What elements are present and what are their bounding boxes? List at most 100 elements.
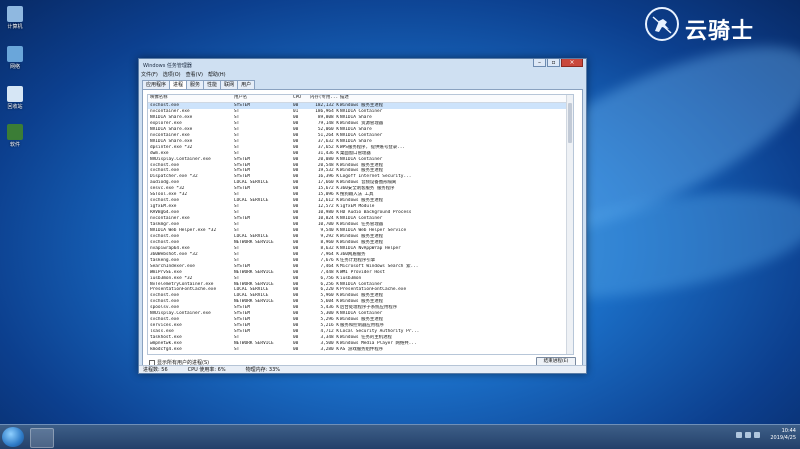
table-cell: SYSTEM [234, 329, 250, 335]
table-row[interactable]: dpsinter.exe *32 ST 00 37,652 K WPS服务程序, 提供账… [148, 145, 573, 151]
column-header[interactable]: 用户名 [234, 95, 292, 101]
table-row[interactable]: nvcontainer.exe ST 00 51,264 K NVIDIA Contai… [148, 133, 573, 139]
desktop-icon[interactable]: 网络 [2, 46, 28, 70]
tab[interactable]: 联网 [220, 80, 239, 89]
table-cell: 3,348 K [320, 335, 339, 341]
table-row[interactable]: NvTelemetryContainer.exe NETWORK SERVICE 0… [148, 282, 573, 288]
table-row[interactable]: WmiPrvSE.exe NETWORK SERVICE 00 7,448 K WMI … [148, 270, 573, 276]
table-cell: 37,652 K [317, 144, 339, 150]
table-cell: NVIDIA Container [340, 311, 383, 317]
taskbar-task-manager[interactable] [30, 428, 54, 448]
table-row[interactable]: taskhost.exe ST 00 3,348 K Windows 任务的主机进程 [148, 335, 573, 341]
menu-item[interactable]: 选项(O) [163, 71, 181, 79]
table-cell: LOCAL SERVICE [234, 180, 269, 186]
table-row[interactable]: spoolsv.exe SYSTEM 00 5,436 K 后台处理程序子系统应用程序 [148, 305, 573, 311]
table-row[interactable]: taskeng.exe ST 00 7,676 K 任务计划程序引擎 [148, 258, 573, 264]
table-row[interactable]: NVIDIA Share.exe ST 00 37,632 K NVIDIA Share [148, 139, 573, 145]
table-cell: 00 [293, 162, 299, 168]
table-row[interactable]: explorer.exe ST 00 79,148 K Windows 资源管理器 [148, 121, 573, 127]
table-row[interactable]: svchost.exe SYSTEM 00 19,532 K Windows 服务主进程 [148, 168, 573, 174]
tab[interactable]: 性能 [203, 80, 222, 89]
table-cell: PresentationFontCache.exe [150, 287, 217, 293]
table-row[interactable]: lsass.exe SYSTEM 00 4,712 K Local Security A… [148, 329, 573, 335]
table-cell: 00 [293, 269, 299, 275]
start-button[interactable] [2, 427, 24, 447]
column-header[interactable]: 描述 [340, 95, 570, 101]
table-row[interactable]: svchost.exe NETWORK SERVICE 00 8,960 K Windo… [148, 240, 573, 246]
title-bar[interactable]: Windows 任务管理器 – ▫ × [139, 59, 586, 71]
table-row[interactable]: nvapiwrap64.exe ST 00 8,632 K NVIDIA NvAppWr… [148, 246, 573, 252]
table-row[interactable]: iusb3mon.exe *32 ST 00 6,756 Kiusb3mon [148, 276, 573, 282]
column-header[interactable]: 映像名称 [150, 95, 232, 101]
table-row[interactable]: svchost.exe SYSTEM 00 5,296 K Windows 服务主进程 [148, 317, 573, 323]
tray-network-icon[interactable] [745, 432, 751, 438]
table-cell: ST [234, 251, 240, 257]
table-row[interactable]: services.exe SYSTEM 00 5,216 K 服务和控制器应用程序 [148, 323, 573, 329]
table-cell: 00 [293, 138, 299, 144]
table-row[interactable]: audiodg.exe LOCAL SERVICE 00 17,660 K Window… [148, 180, 573, 186]
table-cell: 5,604 K [320, 299, 339, 305]
table-cell: svchost.exe [150, 293, 180, 299]
table-cell: 360网盾服务 [340, 251, 366, 257]
menu-item[interactable]: 文件(F) [141, 71, 158, 79]
column-header[interactable]: CPU [293, 95, 309, 101]
taskbar: 10:44 2019/4/25 [0, 424, 800, 449]
table-row[interactable]: NVIDIA Web Helper.exe *32 ST 00 9,540 K NVID… [148, 228, 573, 234]
close-button[interactable]: × [561, 59, 583, 67]
table-row[interactable]: sesvc.exe *32 SYSTEM 00 15,672 K 360安全刺客服务 服… [148, 186, 573, 192]
desktop-icon[interactable]: 回收站 [2, 86, 28, 110]
table-row[interactable]: SearchIndexer.exe SYSTEM 00 7,464 K Microsof… [148, 264, 573, 270]
column-header[interactable]: 内存(专用... [310, 95, 339, 101]
table-row[interactable]: NVDisplay.Container.exe SYSTEM 00 5,300 K NV… [148, 311, 573, 317]
table-row[interactable]: svchost.exe LOCAL SERVICE 00 5,960 K Windows… [148, 293, 573, 299]
table-row[interactable]: PresentationFontCache.exe LOCAL SERVICE 00… [148, 287, 573, 293]
table-cell: 00 [293, 239, 299, 245]
table-cell: 00 [293, 263, 299, 269]
table-row[interactable]: SGTool.exe *32 ST 00 15,096 K 搜狗输入法 工具 [148, 192, 573, 198]
table-row[interactable]: Dispatcher.exe *32 SYSTEM 00 16,396 K Logoff… [148, 174, 573, 180]
table-row[interactable]: svchost.exe LOCAL SERVICE 00 9,292 K Windows… [148, 234, 573, 240]
table-cell: 00 [293, 216, 299, 222]
table-row[interactable]: NVIDIA Share.exe ST 00 89,808 K NVIDIA Share [148, 115, 573, 121]
tab[interactable]: 用户 [237, 80, 256, 89]
table-row[interactable]: taskmgr.exe ST 00 10,700 K Windows 任务管理器 [148, 222, 573, 228]
desktop-icon[interactable]: 软件 [2, 124, 28, 148]
table-row[interactable]: NVIDIA Share.exe ST 00 52,060 K NVIDIA Share [148, 127, 573, 133]
table-cell: SYSTEM [234, 311, 250, 317]
tray-input-icon[interactable] [736, 432, 742, 438]
table-row[interactable]: svchost.exe LOCAL SERVICE 00 12,612 K Window… [148, 198, 573, 204]
tab[interactable]: 应用程序 [142, 80, 171, 89]
table-row[interactable]: svchost.exe NETWORK SERVICE 00 5,604 K Windo… [148, 299, 573, 305]
table-row[interactable]: wmpnetwk.exe NETWORK SERVICE 00 3,500 K Wind… [148, 341, 573, 347]
column-headers: 映像名称 用户名 CPU 内存(专用... 描述 [148, 95, 573, 103]
table-cell: RAVBg64.exe [150, 210, 180, 216]
table-row[interactable]: kmodcfg4.exe ST 00 3,280 K AS 游戏服务组件程序 [148, 347, 573, 353]
table-row[interactable]: nvcontainer.exe ST 01 186,964 K NVIDIA Conta… [148, 109, 573, 115]
tab-strip: 应用程序 进程 服务 性能 联网 用户 [142, 80, 256, 90]
table-cell: NVIDIA Share.exe [150, 138, 193, 144]
table-row[interactable]: nvcontainer.exe SYSTEM 00 10,824 K NVIDIA Co… [148, 216, 573, 222]
table-cell: 00 [293, 227, 299, 233]
process-list[interactable]: 映像名称 用户名 CPU 内存(专用... 描述 svchost.exe SYSTEM 00… [147, 94, 574, 355]
tray-volume-icon[interactable] [754, 432, 760, 438]
table-cell: 6,256 K [320, 281, 339, 287]
desktop-icon[interactable]: 计算机 [2, 6, 28, 30]
table-row[interactable]: 360Webshot.exe *32 ST 00 7,964 K 360网盾服务 [148, 252, 573, 258]
menu-item[interactable]: 查看(V) [186, 71, 203, 79]
table-row[interactable]: RAVBg64.exe ST 00 10,980 K HD Audio Backgrou… [148, 210, 573, 216]
table-row[interactable]: svchost.exe SYSTEM 00 182,132 K Windows 服务主进… [148, 103, 573, 109]
table-row[interactable]: igfxEM.exe ST 00 12,572 KigfxEM Module [148, 204, 573, 210]
table-cell: wmpnetwk.exe [150, 341, 182, 346]
minimize-button[interactable]: – [533, 59, 546, 67]
table-cell: 00 [293, 204, 299, 210]
table-row[interactable]: NVDisplay.Container.exe SYSTEM 00 20,080 KN… [148, 157, 573, 163]
table-row[interactable]: svchost.exe SYSTEM 00 20,548 K Windows 服务主进程 [148, 163, 573, 169]
tab[interactable]: 服务 [186, 80, 205, 89]
clock[interactable]: 10:44 2019/4/25 [770, 428, 796, 442]
vertical-scrollbar[interactable] [566, 95, 573, 354]
table-cell: lsass.exe [150, 329, 174, 335]
table-row[interactable]: dwm.exe ST 00 31,436 K 桌面窗口管理器 [148, 151, 573, 157]
maximize-button[interactable]: ▫ [547, 59, 560, 67]
scroll-thumb[interactable] [568, 103, 572, 143]
menu-item[interactable]: 帮助(H) [208, 71, 226, 79]
